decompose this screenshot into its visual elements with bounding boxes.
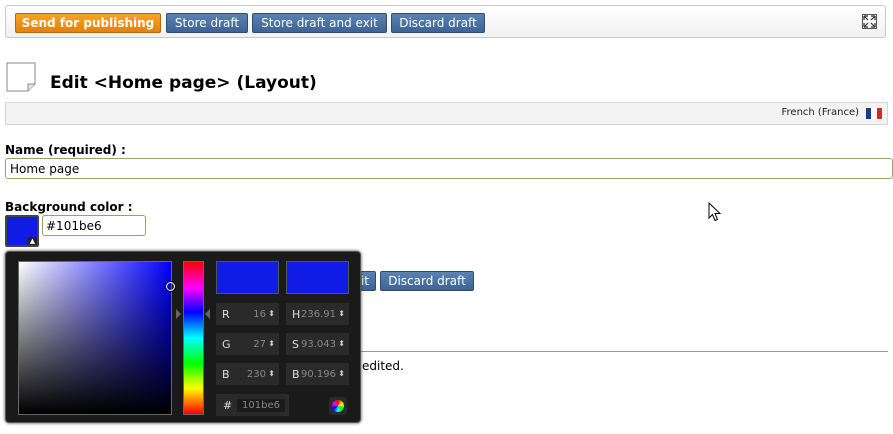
green-spinner-icon[interactable]: ⬍	[268, 339, 275, 348]
color-wheel-icon[interactable]	[329, 397, 347, 415]
editor-toolbar: Send for publishing Store draft Store dr…	[5, 5, 886, 38]
language-label[interactable]: French (France)	[782, 107, 859, 118]
red-spinner-icon[interactable]: ⬍	[268, 309, 275, 318]
brightness-spinner-icon[interactable]: ⬍	[338, 369, 345, 378]
saturation-value[interactable]: 93.043	[301, 339, 336, 350]
hue-left-arrow-icon	[176, 309, 181, 319]
page-title: Edit <Home page> (Layout)	[50, 73, 317, 93]
background-color-label: Background color :	[5, 200, 133, 214]
name-input[interactable]	[5, 158, 893, 179]
hue-slider[interactable]	[183, 261, 204, 415]
swatch-dropdown-icon: ▲	[28, 237, 37, 245]
body-text-partial: edited.	[362, 359, 404, 373]
hex-value[interactable]: 101be6	[237, 399, 285, 412]
french-flag-icon[interactable]	[866, 108, 882, 119]
brightness-value[interactable]: 90.196	[301, 369, 336, 380]
hue-right-arrow-icon	[205, 309, 210, 319]
green-label: G	[222, 338, 231, 351]
discard-draft-button-bottom[interactable]: Discard draft	[380, 271, 474, 291]
new-color-preview	[216, 261, 279, 294]
discard-draft-button[interactable]: Discard draft	[391, 13, 485, 33]
brightness-label: B	[292, 368, 300, 381]
saturation-spinner-icon[interactable]: ⬍	[338, 339, 345, 348]
fullscreen-icon[interactable]	[862, 14, 877, 29]
red-label: R	[222, 308, 230, 321]
hex-field[interactable]: # 101be6	[216, 394, 289, 416]
brightness-field[interactable]: B 90.196 ⬍	[286, 363, 349, 385]
color-picker-popup: R 16 ⬍ G 27 ⬍ B 230 ⬍ H 236.91 ⬍ S 93.04…	[5, 251, 361, 423]
store-draft-button[interactable]: Store draft	[166, 13, 248, 33]
blue-value[interactable]: 230	[247, 369, 266, 380]
language-bar: French (France)	[5, 102, 888, 125]
current-color-preview[interactable]	[286, 261, 349, 294]
green-field[interactable]: G 27 ⬍	[216, 333, 279, 355]
color-selection-marker[interactable]	[166, 282, 175, 291]
hue-field[interactable]: H 236.91 ⬍	[286, 303, 349, 325]
blue-spinner-icon[interactable]: ⬍	[268, 369, 275, 378]
background-color-swatch[interactable]: ▲	[5, 215, 39, 247]
blue-field[interactable]: B 230 ⬍	[216, 363, 279, 385]
name-label: Name (required) :	[5, 143, 126, 157]
saturation-label: S	[292, 338, 299, 351]
saturation-brightness-area[interactable]	[18, 261, 175, 415]
red-value[interactable]: 16	[253, 309, 266, 320]
document-icon	[6, 62, 36, 92]
green-value[interactable]: 27	[253, 339, 266, 350]
hue-value[interactable]: 236.91	[301, 309, 336, 320]
mouse-cursor-icon	[708, 201, 722, 225]
blue-label: B	[222, 368, 230, 381]
send-for-publishing-button[interactable]: Send for publishing	[15, 13, 161, 33]
red-field[interactable]: R 16 ⬍	[216, 303, 279, 325]
hex-label: #	[223, 399, 233, 412]
store-draft-and-exit-button[interactable]: Store draft and exit	[252, 13, 387, 33]
background-color-input[interactable]	[42, 215, 146, 236]
hue-spinner-icon[interactable]: ⬍	[338, 309, 345, 318]
saturation-field[interactable]: S 93.043 ⬍	[286, 333, 349, 355]
hue-label: H	[292, 308, 301, 321]
